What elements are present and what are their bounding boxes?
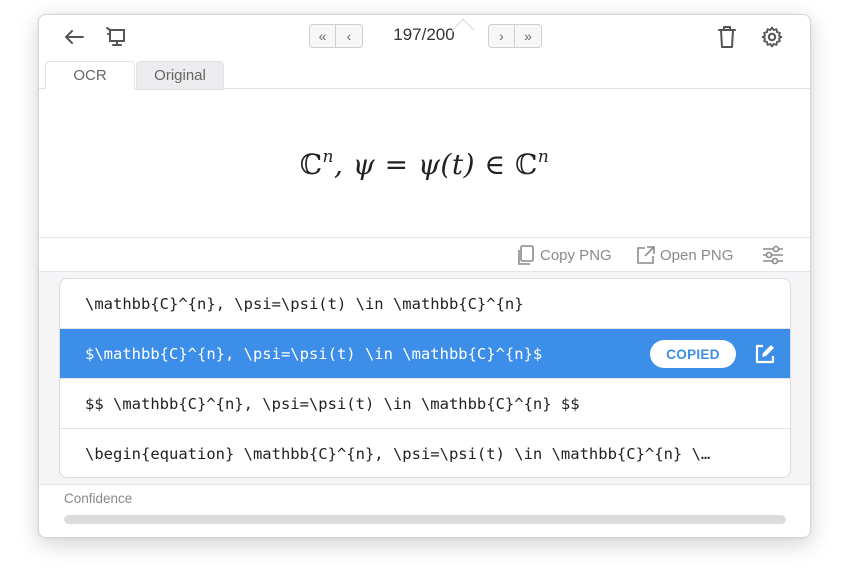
result-text: $$ \mathbb{C}^{n}, \psi=\psi(t) \in \mat… [85, 394, 580, 413]
arrow-left-icon[interactable] [60, 23, 88, 51]
open-png-label: Open PNG [660, 246, 734, 264]
formula-sup-n: n [322, 147, 334, 167]
results-panel: \mathbb{C}^{n}, \psi=\psi(t) \in \mathbb… [39, 271, 810, 485]
formula-set-c-2: ℂ [515, 148, 538, 181]
result-row-latex[interactable]: \mathbb{C}^{n}, \psi=\psi(t) \in \mathbb… [60, 279, 790, 329]
prev-page-button[interactable]: ‹ [336, 25, 362, 47]
preview-actions: Copy PNG Open PNG [39, 237, 810, 271]
next-nav-group: › » [488, 24, 542, 48]
copy-png-label: Copy PNG [540, 246, 612, 264]
copy-png-button[interactable]: Copy PNG [515, 243, 612, 267]
copy-icon [518, 245, 534, 265]
confidence-bar [64, 515, 786, 524]
result-row-display-math[interactable]: $$ \mathbb{C}^{n}, \psi=\psi(t) \in \mat… [60, 379, 790, 429]
last-page-button[interactable]: » [515, 25, 541, 47]
next-page-button[interactable]: › [489, 25, 515, 47]
edit-icon[interactable] [752, 341, 778, 367]
open-png-button[interactable]: Open PNG [635, 243, 733, 267]
tab-original[interactable]: Original [136, 61, 224, 90]
formula-sup-n-2: n [537, 147, 550, 167]
formula-set-c: ℂ [299, 148, 323, 181]
rendered-formula: ℂn, ψ = ψ(t) ∈ ℂn [300, 147, 550, 181]
screen-capture-icon[interactable] [102, 23, 130, 51]
formula-middle: , ψ = ψ(t) ∈ [333, 148, 506, 181]
formula-preview: ℂn, ψ = ψ(t) ∈ ℂn [39, 90, 810, 238]
result-row-inline-math[interactable]: $\mathbb{C}^{n}, \psi=\psi(t) \in \mathb… [60, 329, 790, 379]
copied-badge: COPIED [650, 340, 736, 368]
confidence-fill [64, 515, 786, 524]
result-text: \mathbb{C}^{n}, \psi=\psi(t) \in \mathbb… [85, 294, 524, 313]
tab-ocr[interactable]: OCR [45, 61, 135, 90]
result-text: \begin{equation} \mathbb{C}^{n}, \psi=\p… [85, 445, 711, 463]
result-text: $\mathbb{C}^{n}, \psi=\psi(t) \in \mathb… [85, 344, 543, 363]
prev-nav-group: « ‹ [309, 24, 363, 48]
confidence-label: Confidence [64, 491, 133, 506]
trash-icon[interactable] [713, 23, 741, 51]
result-row-equation[interactable]: \begin{equation} \mathbb{C}^{n}, \psi=\p… [60, 429, 790, 477]
external-link-icon [637, 246, 655, 264]
view-tabs: Original OCR [39, 59, 810, 90]
snip-window: « ‹ 197/200 › » Original OCR ℂn, ψ = ψ(t… [38, 14, 811, 538]
first-page-button[interactable]: « [310, 25, 336, 47]
results-list: \mathbb{C}^{n}, \psi=\psi(t) \in \mathbb… [59, 278, 791, 478]
toolbar: « ‹ 197/200 › » [39, 15, 810, 57]
sliders-icon[interactable] [761, 243, 788, 267]
gear-icon[interactable] [758, 23, 786, 51]
